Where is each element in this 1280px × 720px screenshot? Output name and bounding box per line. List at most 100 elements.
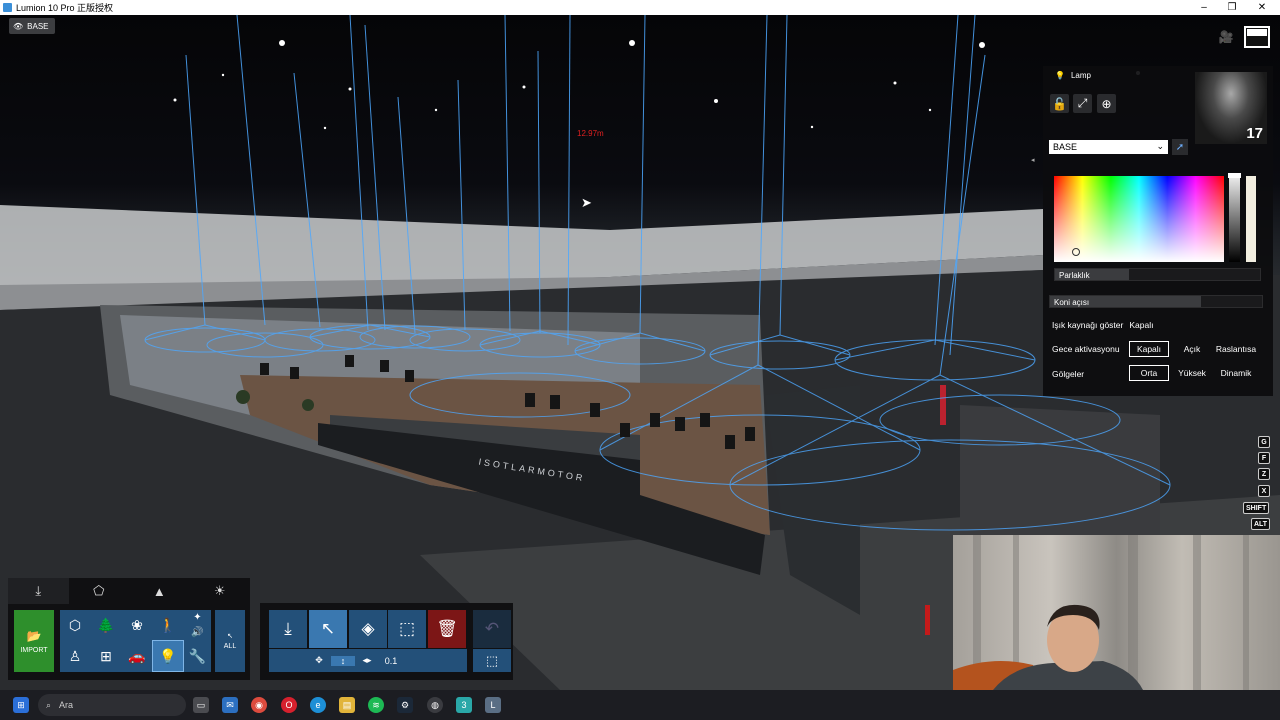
shadows-medium[interactable]: Orta [1129,365,1169,381]
lock-icon[interactable]: 🔓 [1050,94,1069,113]
edge-icon[interactable]: e [310,697,326,713]
rotate-icon[interactable]: ◂▸ [355,655,379,666]
opera-icon[interactable]: O [281,697,297,713]
indoor-category-icon[interactable]: ⬡ [60,610,90,640]
maximize-button[interactable]: ❐ [1218,0,1246,15]
fullscreen-icon[interactable] [1244,26,1270,48]
show-source-value[interactable]: Kapalı [1129,320,1153,330]
task-view-icon[interactable]: ▭ [193,697,209,713]
car-category-icon[interactable]: 🚗 [122,641,152,671]
window-titlebar: Lumion 10 Pro 正版授权 – ❐ ✕ [0,0,1280,15]
chair-category-icon[interactable]: ♙ [60,641,90,671]
category-grid: ⬡ 🌲 ❀ 🚶 ✦ 🔊 ♙ ⊞ 🚗 💡 🔧 [60,610,211,672]
box-select-icon[interactable]: ⬚ [473,649,511,672]
value-slider-knob[interactable] [1228,173,1241,178]
nature-add-category-icon[interactable]: ❀ [122,610,152,640]
cone-angle-slider[interactable]: Koni açısı [1049,295,1263,308]
app-icon[interactable]: ◍ [427,697,443,713]
spotify-icon[interactable]: ≋ [368,697,384,713]
move-height-icon[interactable]: ↕ [331,655,355,666]
eye-icon: 👁 [13,21,24,31]
shadows-high[interactable]: Yüksek [1174,365,1210,381]
cone-angle-label: Koni açısı [1054,298,1090,307]
effects-category-icon[interactable]: ✦ [184,610,211,625]
panel-header: 💡 Lamp [1055,71,1091,80]
steam-icon[interactable]: ⚙ [397,697,413,713]
fence-category-icon[interactable]: ⊞ [91,641,121,671]
windows-taskbar: ⊞ ⌕ Ara ▭ ✉ ◉ O e ▤ ≋ ⚙ ◍ 3 L [0,690,1280,720]
mouse-cursor-icon: ➤ [581,195,592,210]
select-arrow-icon[interactable]: ↖ [309,610,347,648]
webcam-overlay [953,535,1280,690]
window-title: Lumion 10 Pro 正版授权 [16,3,114,13]
color-picker-field[interactable] [1054,176,1224,262]
move-object-icon[interactable]: ◈ [349,610,387,648]
minimize-button[interactable]: – [1190,0,1218,15]
weather-tab-icon[interactable]: ☀ [190,578,251,604]
layer-visibility-tag[interactable]: 👁 BASE [9,18,55,34]
landscape-tab-icon[interactable]: ▲ [129,578,190,604]
people-category-icon[interactable]: 🚶 [153,610,183,640]
library-tabs: ⤓ ⬠ ▲ ☀ [8,578,250,604]
light-preview: 17 [1195,72,1267,144]
object-properties-panel: 💡 Lamp 🔓 ⤢ ⊕ 17 BASE ⌄ ➚ Parlaklık Koni … [1043,66,1273,396]
place-object-icon[interactable]: ⤓ [269,610,307,648]
file-explorer-icon[interactable]: ▤ [339,697,355,713]
all-label: ALL [223,643,237,650]
align-icon[interactable]: ⤢ [1073,94,1092,113]
snap-value[interactable]: 0.1 [379,656,403,666]
crosshair-icon[interactable]: ⊕ [1097,94,1116,113]
import-label: IMPORT [20,646,48,654]
move-free-icon[interactable]: ✥ [307,655,331,666]
night-activation-off[interactable]: Kapalı [1129,341,1169,357]
chevron-down-icon: ⌄ [1156,141,1164,151]
color-value-slider[interactable] [1228,173,1241,262]
search-placeholder: Ara [59,700,74,710]
show-source-label: Işık kaynağı göster [1052,320,1124,330]
webcam-feed [953,535,1249,690]
selected-color-swatch [1246,176,1256,262]
folder-icon: 📂 [26,628,42,643]
distance-readout: 12.97m [577,129,604,138]
chrome-icon[interactable]: ◉ [251,697,267,713]
pick-layer-icon[interactable]: ➚ [1172,139,1188,155]
show-source-row: Işık kaynağı göster Kapalı [1052,320,1153,330]
layer-select[interactable]: BASE ⌄ [1049,140,1168,154]
import-button[interactable]: 📂 IMPORT [14,610,54,672]
light-category-icon[interactable]: 💡 [152,640,184,672]
lumion-app-icon [3,3,12,12]
delete-icon[interactable]: 🗑 [428,610,466,648]
key-x: X [1258,485,1270,497]
shadows-dynamic[interactable]: Dinamik [1213,365,1259,381]
sound-category-icon[interactable]: 🔊 [184,625,211,640]
video-camera-icon[interactable]: 🎥 [1217,30,1235,44]
all-categories-button[interactable]: ↖ ALL [215,610,245,672]
search-icon: ⌕ [46,699,52,710]
tree-category-icon[interactable]: 🌲 [91,610,121,640]
key-alt: ALT [1251,518,1271,530]
color-marker[interactable] [1072,248,1080,256]
key-f: F [1258,452,1270,464]
close-button[interactable]: ✕ [1248,0,1276,15]
layer-select-value: BASE [1053,142,1078,152]
mail-icon[interactable]: ✉ [222,697,238,713]
night-activation-random[interactable]: Raslantısa [1213,341,1259,357]
windows-start-icon[interactable]: ⊞ [13,697,29,713]
3ds-max-icon[interactable]: 3 [456,697,472,713]
taskbar-search[interactable]: ⌕ Ara [38,694,186,716]
panel-collapse-icon[interactable]: ◂ [1031,156,1035,164]
import-tab-icon[interactable]: ⤓ [8,578,69,604]
night-activation-on[interactable]: Açık [1174,341,1210,357]
arrow-icon: ↖ [227,633,233,640]
placement-toolbar: ⤓ ↖ ◈ ⬚ 🗑 ↶ ✥ ↕ ◂▸ 0.1 ⬚ [260,603,513,680]
scale-object-icon[interactable]: ⬚ [388,610,426,648]
materials-tab-icon[interactable]: ⬠ [69,578,130,604]
move-options-bar: ✥ ↕ ◂▸ 0.1 [269,649,467,672]
object-library-toolbar: ⤓ ⬠ ▲ ☀ 📂 IMPORT ⬡ 🌲 ❀ 🚶 ✦ 🔊 ♙ ⊞ 🚗 💡 🔧 ↖… [8,578,250,680]
brightness-slider[interactable]: Parlaklık [1054,268,1261,281]
utilities-category-icon[interactable]: 🔧 [184,641,211,671]
undo-icon[interactable]: ↶ [473,610,511,648]
lamp-icon: 💡 [1055,71,1065,80]
layer-name: BASE [27,21,49,31]
lumion-taskbar-icon[interactable]: L [485,697,501,713]
